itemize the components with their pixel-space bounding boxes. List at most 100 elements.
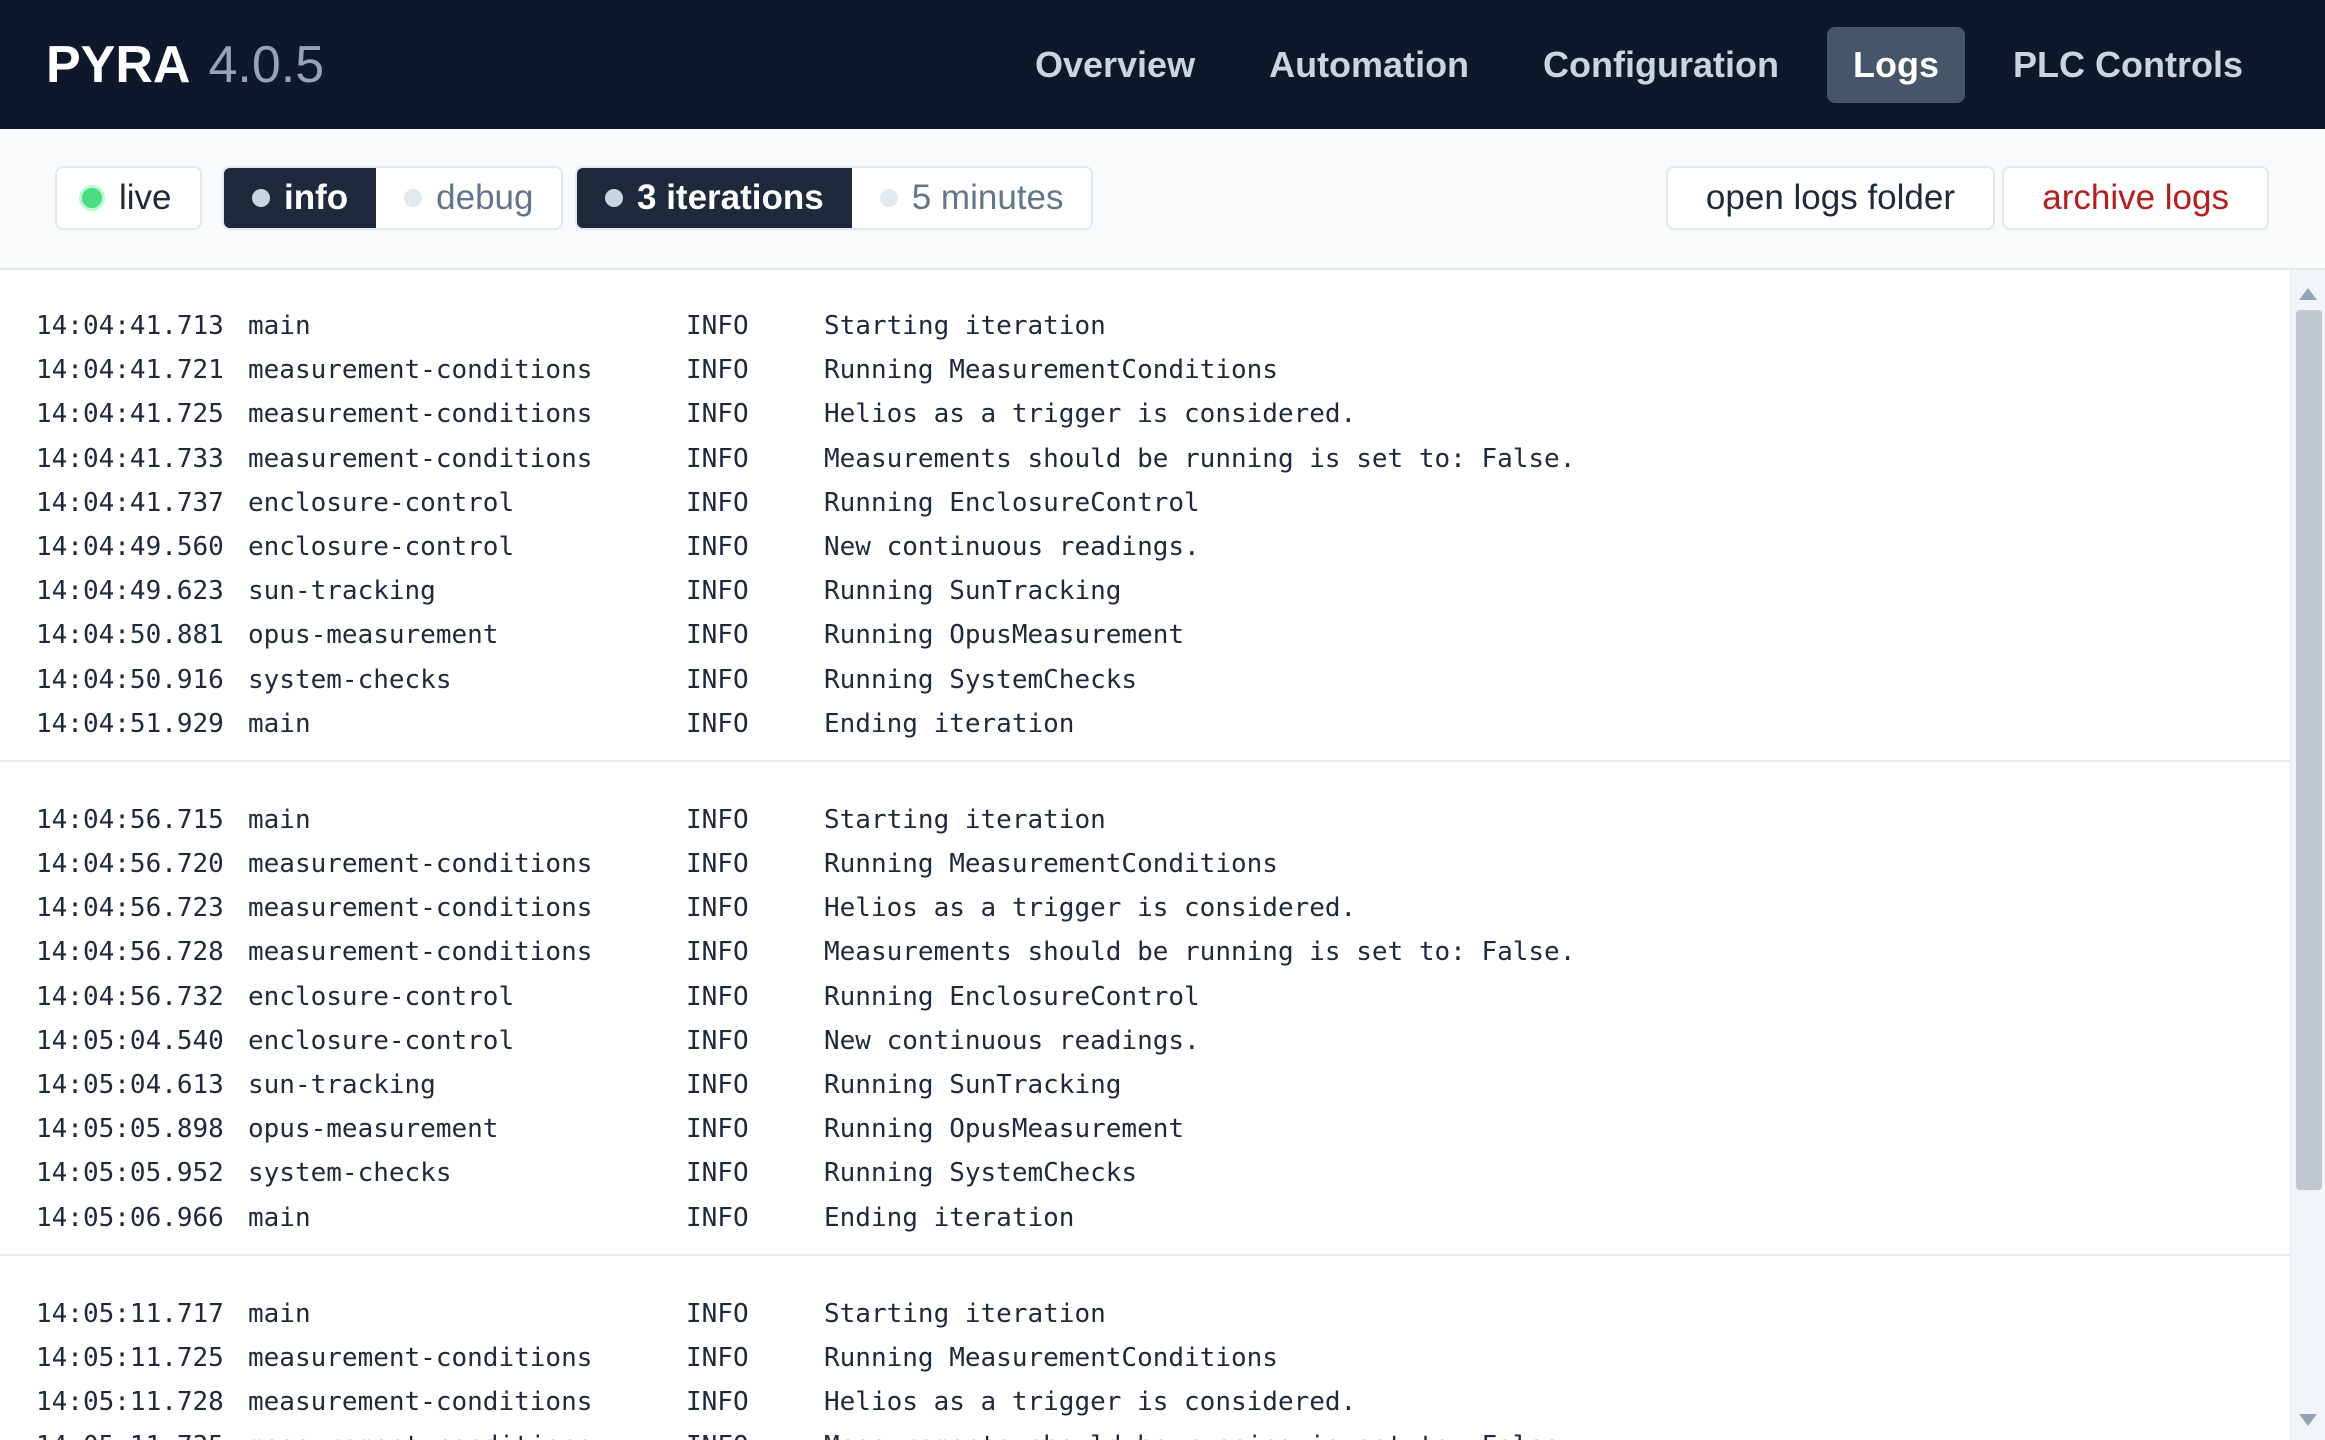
log-time: 14:04:50.881	[36, 620, 224, 651]
log-level: INFO	[686, 1424, 824, 1440]
log-level: INFO	[686, 576, 749, 607]
archive-logs-button[interactable]: archive logs	[2002, 166, 2269, 230]
scroll-up-arrow-icon[interactable]	[2299, 288, 2317, 300]
log-module: system-checks	[248, 1158, 452, 1189]
log-message: Running OpusMeasurement	[824, 620, 1185, 651]
log-time: 14:05:11.717	[36, 1298, 224, 1329]
log-time: 14:04:56.732	[36, 981, 224, 1012]
log-message: Measurements should be running is set to…	[824, 443, 1576, 474]
log-module: enclosure-control	[248, 531, 515, 562]
live-button[interactable]: live	[57, 168, 200, 228]
log-level: INFO	[686, 1158, 749, 1189]
log-module: opus-measurement	[248, 1114, 499, 1145]
log-module: main	[248, 708, 311, 739]
brand: PYRA 4.0.5	[46, 0, 324, 129]
log-level: INFO	[686, 1025, 749, 1056]
log-range-toggle: 3 iterations 5 minutes	[575, 166, 1094, 230]
log-line: 14:05:06.966 main INFO Ending iteration	[0, 1196, 2290, 1240]
log-time: 14:05:11.735	[36, 1424, 248, 1440]
log-line: 14:05:11.717 main INFO Starting iteration	[0, 1292, 2290, 1336]
log-time: 14:04:41.733	[36, 443, 224, 474]
log-level: INFO	[686, 1114, 749, 1145]
log-line: 14:04:50.881 opus-measurement INFO Running …	[0, 613, 2290, 657]
log-time: 14:04:56.723	[36, 893, 224, 924]
log-level: INFO	[686, 1298, 749, 1329]
log-message: Starting iteration	[824, 1298, 1106, 1329]
log-level-toggle: info debug	[222, 166, 564, 230]
log-message: Starting iteration	[824, 804, 1106, 835]
log-line: 14:05:11.735measurement-conditionsINFOMe…	[0, 1424, 2290, 1440]
log-level: INFO	[686, 620, 749, 651]
log-time: 14:05:11.728	[36, 1387, 224, 1418]
level-debug-button[interactable]: debug	[376, 168, 562, 228]
log-time: 14:05:06.966	[36, 1202, 224, 1233]
log-level: INFO	[686, 443, 749, 474]
log-line: 14:04:41.737 enclosure-control INFO Running…	[0, 481, 2290, 525]
range-minutes-button[interactable]: 5 minutes	[851, 168, 1092, 228]
log-viewer: 14:04:41.713 main INFO Starting iteration 14…	[0, 270, 2290, 1440]
log-message: Helios as a trigger is considered.	[824, 893, 1357, 924]
log-message: Ending iteration	[824, 708, 1075, 739]
nav-logs[interactable]: Logs	[1827, 26, 1965, 103]
log-line: 14:04:56.723 measurement-conditions INFO He…	[0, 886, 2290, 930]
iterations-dot-icon	[605, 189, 623, 207]
log-line: 14:04:41.725 measurement-conditions INFO He…	[0, 392, 2290, 436]
log-message: Running SunTracking	[824, 1070, 1122, 1100]
log-level: INFO	[686, 1387, 749, 1418]
log-module: measurement-conditions	[248, 893, 593, 924]
log-module: sun-tracking	[248, 1070, 436, 1100]
log-line: 14:04:56.728 measurement-conditions INFO Me…	[0, 930, 2290, 974]
log-line: 14:04:41.733 measurement-conditions INFO Me…	[0, 437, 2290, 481]
log-message: New continuous readings.	[824, 1025, 1200, 1056]
log-module: main	[248, 1202, 311, 1233]
log-time: 14:05:05.952	[36, 1158, 224, 1189]
log-line: 14:05:05.952 system-checks INFO Running Sys…	[0, 1151, 2290, 1195]
log-message: Measurements should be running is set to…	[824, 937, 1576, 968]
log-time: 14:05:04.540	[36, 1025, 224, 1056]
level-info-label: info	[284, 178, 349, 217]
nav-configuration[interactable]: Configuration	[1517, 27, 1805, 103]
log-message: Measurements should be running is set to…	[824, 1424, 2290, 1440]
log-module: measurement-conditions	[248, 937, 593, 968]
log-message: Helios as a trigger is considered.	[824, 1387, 1357, 1418]
info-dot-icon	[252, 189, 270, 207]
log-module: measurement-conditions	[248, 849, 593, 880]
scroll-thumb[interactable]	[2296, 310, 2322, 1190]
range-iterations-button[interactable]: 3 iterations	[577, 168, 852, 228]
live-indicator-icon	[79, 185, 105, 211]
log-line: 14:05:04.613 sun-tracking INFO Running SunT…	[0, 1063, 2290, 1107]
log-module: measurement-conditions	[248, 1424, 686, 1440]
log-level: INFO	[686, 1342, 749, 1373]
log-line: 14:04:49.560 enclosure-control INFO New con…	[0, 525, 2290, 569]
debug-dot-icon	[404, 189, 423, 207]
log-time: 14:04:50.916	[36, 664, 224, 695]
log-time: 14:04:56.728	[36, 937, 224, 968]
level-debug-label: debug	[436, 178, 534, 217]
nav-plc-controls[interactable]: PLC Controls	[1987, 27, 2269, 103]
log-time: 14:05:11.725	[36, 1342, 224, 1373]
log-module: measurement-conditions	[248, 355, 593, 386]
log-message: Running SystemChecks	[824, 1158, 1138, 1189]
nav-overview[interactable]: Overview	[1009, 27, 1221, 103]
log-line: 14:04:56.715 main INFO Starting iteration	[0, 798, 2290, 842]
log-message: Running OpusMeasurement	[824, 1114, 1185, 1145]
app-name: PYRA	[46, 35, 191, 94]
log-message: Helios as a trigger is considered.	[824, 399, 1357, 430]
scroll-down-arrow-icon[interactable]	[2299, 1414, 2317, 1426]
log-module: system-checks	[248, 664, 452, 695]
log-line: 14:04:41.721 measurement-conditions INFO Ru…	[0, 348, 2290, 392]
level-info-button[interactable]: info	[224, 168, 377, 228]
log-module: enclosure-control	[248, 981, 515, 1012]
log-message: Running SunTracking	[824, 576, 1122, 607]
minutes-dot-icon	[879, 189, 898, 207]
log-line: 14:05:11.725 measurement-conditions INFO Ru…	[0, 1336, 2290, 1380]
log-line: 14:04:50.916 system-checks INFO Running Sys…	[0, 658, 2290, 702]
log-time: 14:04:41.713	[36, 311, 224, 341]
log-line: 14:04:56.720 measurement-conditions INFO Ru…	[0, 842, 2290, 886]
log-level: INFO	[686, 708, 749, 739]
log-scrollbar[interactable]	[2290, 270, 2325, 1440]
nav-automation[interactable]: Automation	[1243, 27, 1495, 103]
logs-toolbar: live info debug 3 iterations 5 minutes o…	[0, 129, 2325, 270]
open-logs-folder-button[interactable]: open logs folder	[1665, 166, 1995, 230]
main-nav: Overview Automation Configuration Logs P…	[1009, 0, 2325, 129]
